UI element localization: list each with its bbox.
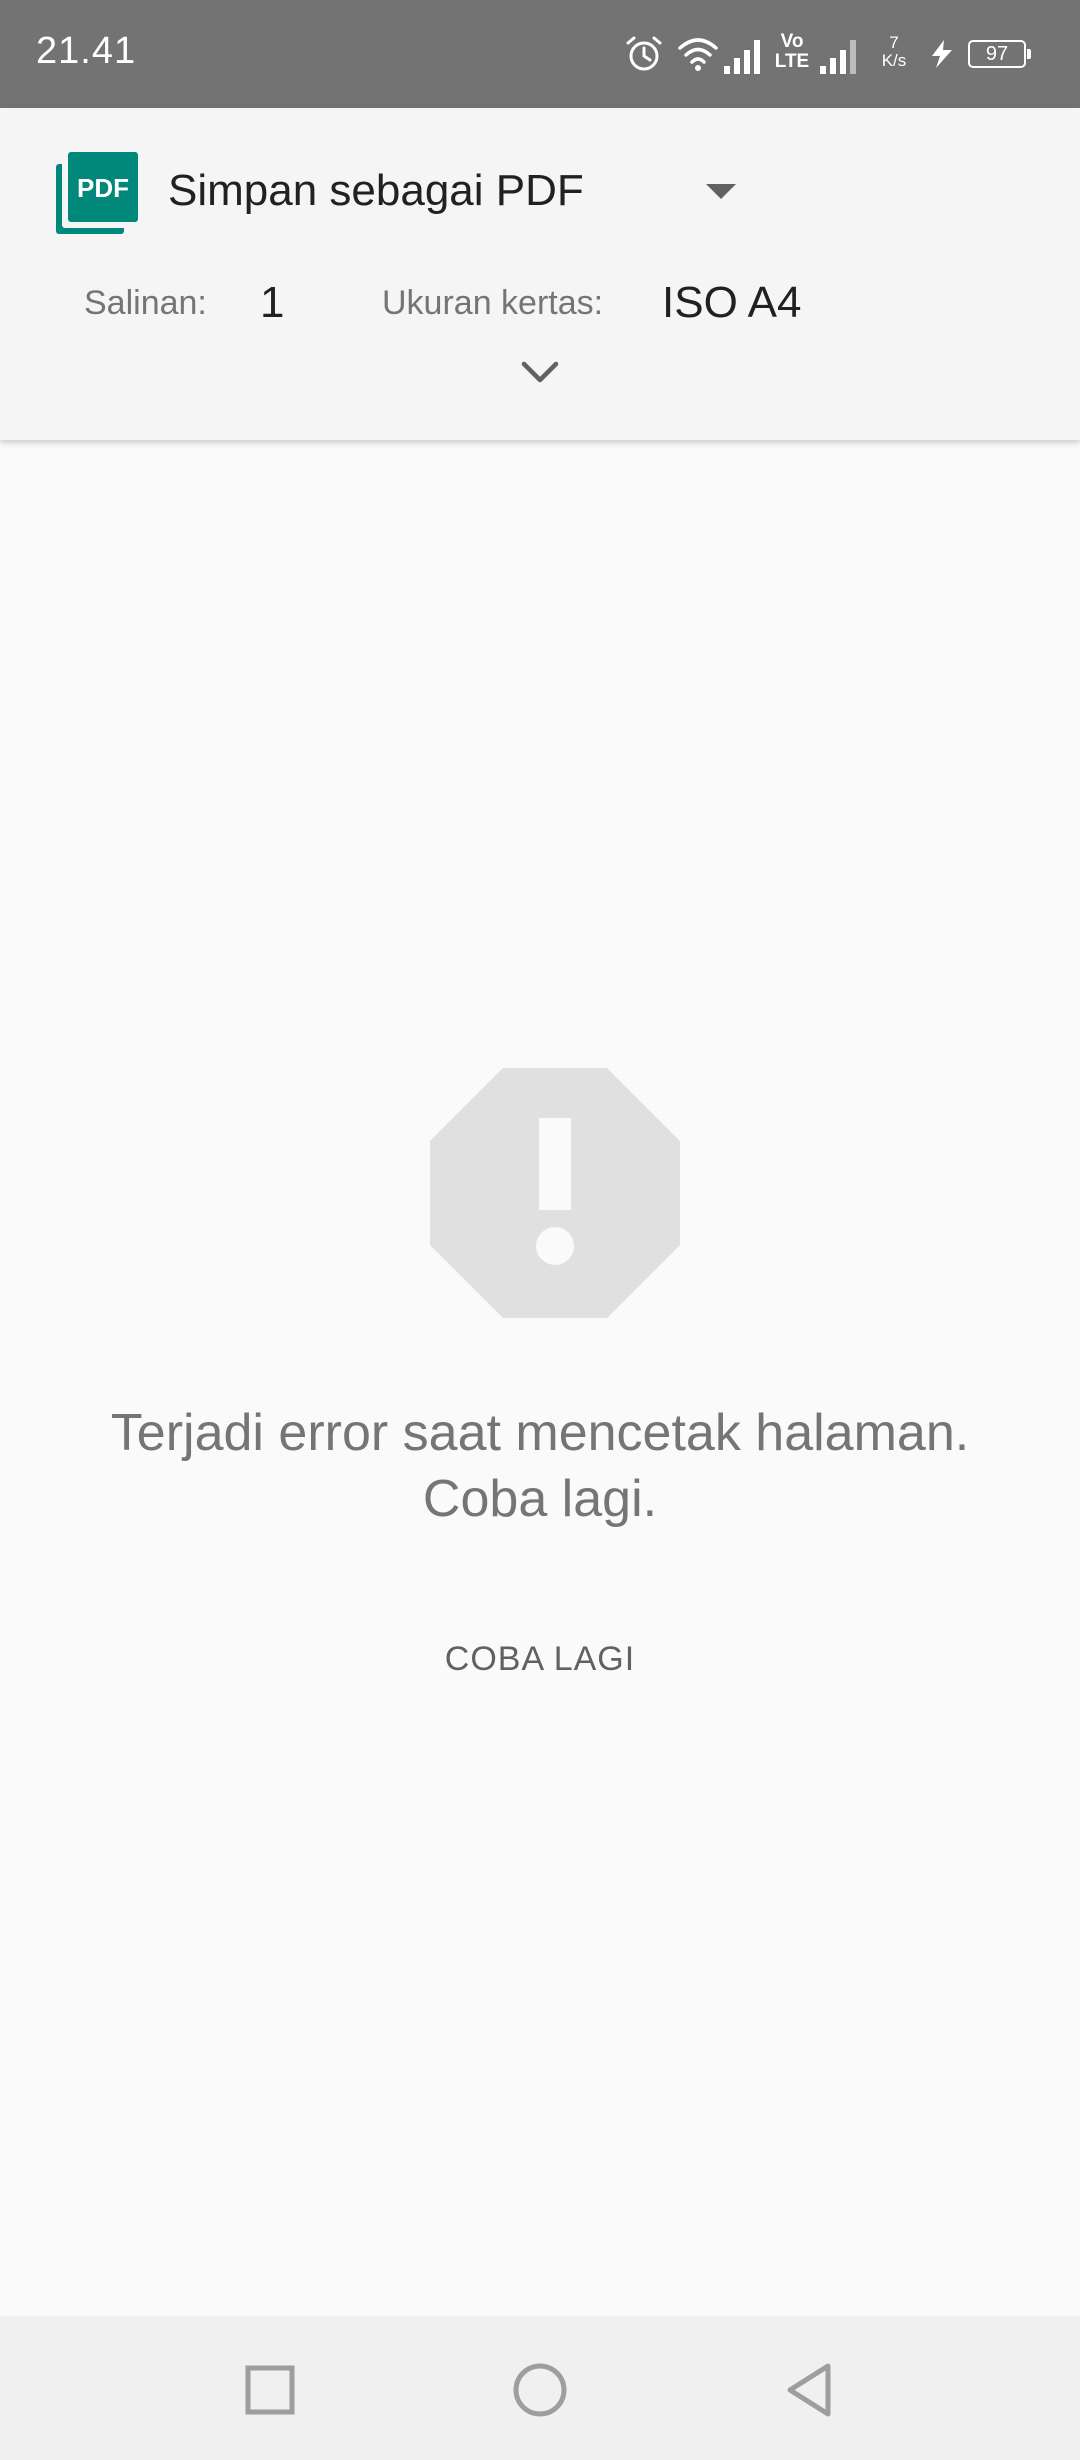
printer-selector[interactable]: Simpan sebagai PDF	[168, 166, 584, 216]
recents-icon[interactable]	[240, 2360, 300, 2420]
status-bar: 21.41 Vo LTE 7 K/s 97	[0, 0, 1080, 108]
svg-text:PDF: PDF	[77, 173, 129, 203]
signal-icon	[724, 40, 760, 74]
pdf-icon: PDF	[56, 152, 138, 234]
retry-button[interactable]: COBA LAGI	[400, 1620, 680, 1696]
error-message-line2: Coba lagi.	[422, 1470, 658, 1528]
copies-value[interactable]: 1	[260, 278, 284, 328]
paper-size-label: Ukuran kertas:	[382, 284, 604, 322]
error-message: Terjadi error saat mencetak halaman. Cob…	[40, 1400, 1040, 1532]
copies-label: Salinan:	[84, 284, 207, 322]
status-icons: Vo LTE 7 K/s 97	[624, 28, 1044, 84]
wifi-icon	[678, 38, 718, 71]
paper-size-value[interactable]: ISO A4	[662, 278, 801, 328]
signal-icon-2	[820, 40, 856, 74]
charging-icon	[932, 40, 952, 68]
status-time: 21.41	[36, 30, 137, 72]
battery-icon: 97	[968, 40, 1031, 68]
back-icon[interactable]	[780, 2360, 840, 2420]
network-speed: 7 K/s	[881, 33, 907, 70]
home-icon[interactable]	[510, 2360, 570, 2420]
print-options-header: PDF Simpan sebagai PDF Salinan: 1 Ukuran…	[0, 108, 1080, 440]
volte-icon: Vo LTE	[774, 31, 810, 72]
error-message-line1: Terjadi error saat mencetak halaman.	[110, 1404, 970, 1462]
alarm-icon	[626, 36, 662, 71]
dropdown-arrow-icon[interactable]	[706, 184, 736, 199]
navigation-bar	[0, 2316, 1080, 2460]
expand-chevron-icon[interactable]	[520, 360, 560, 384]
error-octagon-icon	[430, 1068, 680, 1318]
